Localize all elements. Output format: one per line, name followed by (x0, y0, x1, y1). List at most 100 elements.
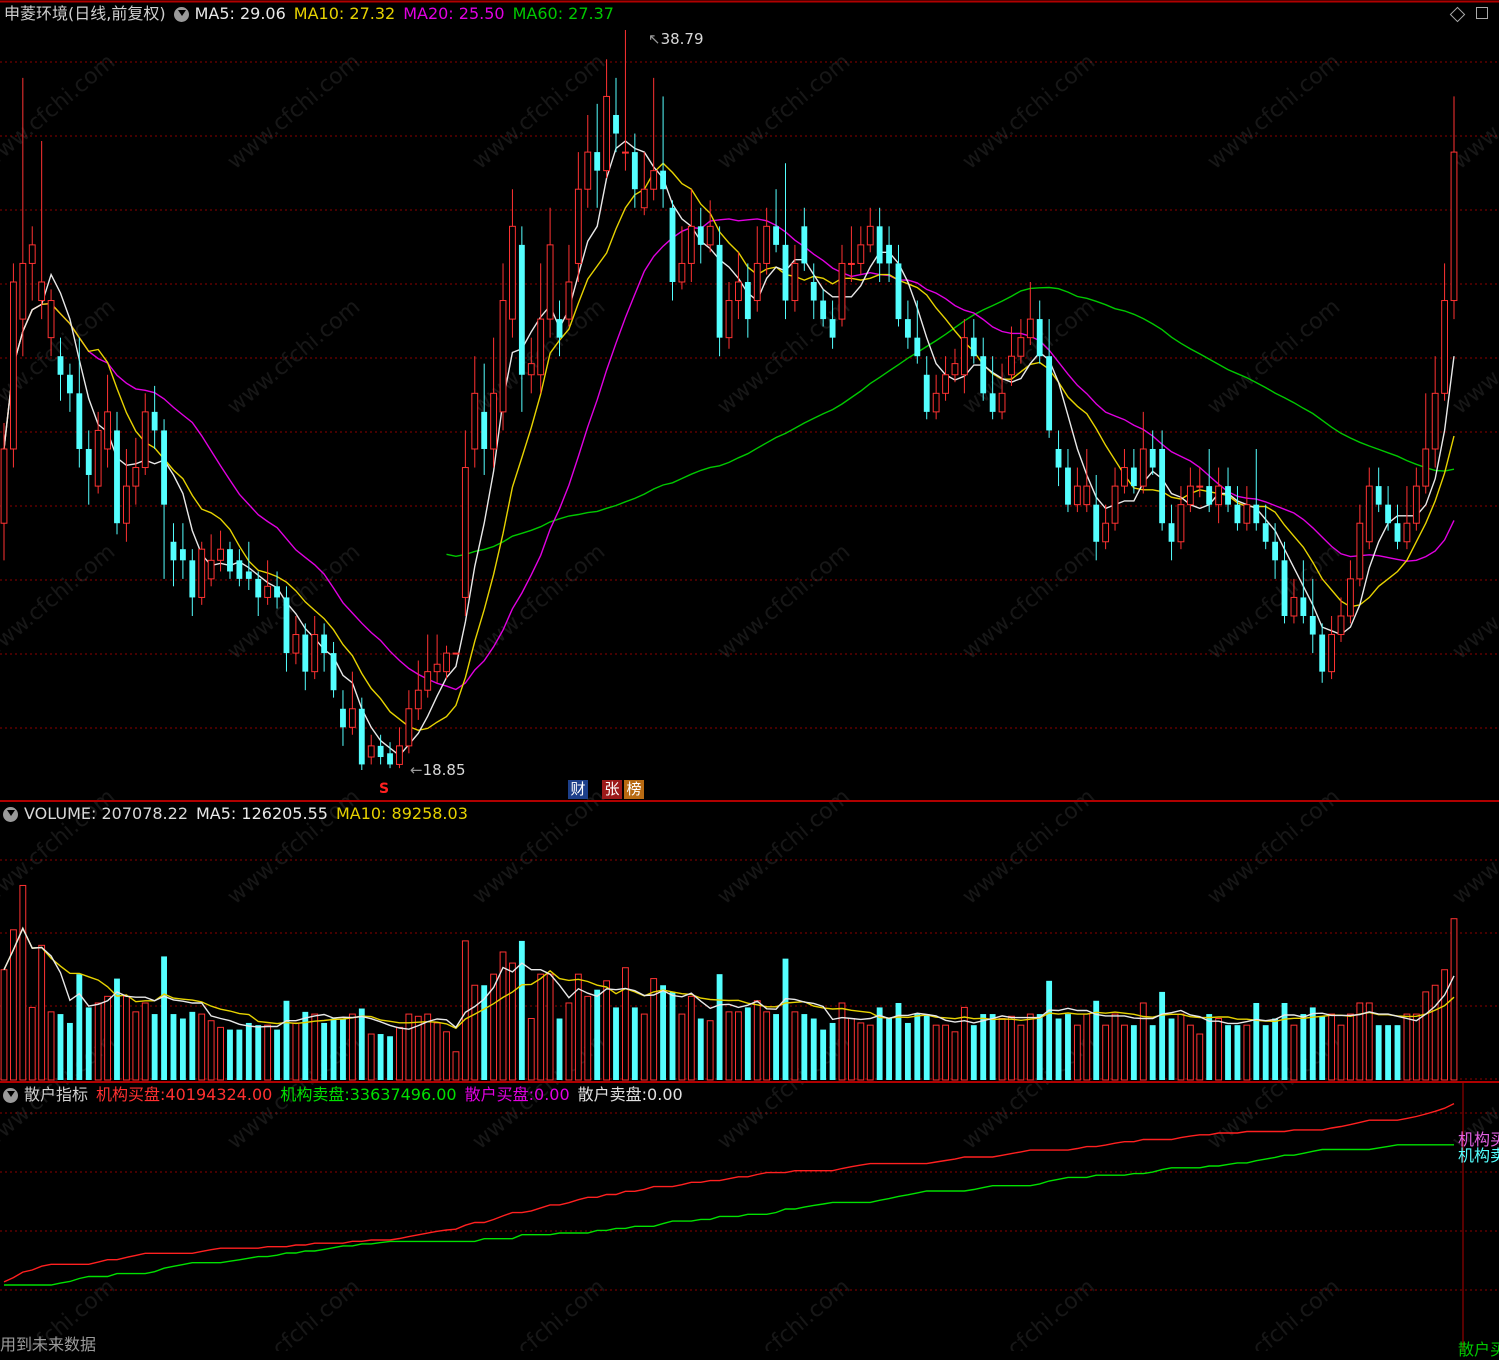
volume-bar (1375, 1025, 1382, 1080)
retail-sell-value: 0.00 (647, 1085, 683, 1104)
volume-bar (358, 1008, 365, 1080)
volume-bar (546, 973, 554, 1081)
candle-body (1403, 522, 1411, 543)
candle-body (1422, 448, 1430, 487)
candle-body (452, 652, 460, 655)
signal-s-marker[interactable]: S (379, 781, 389, 797)
candle-body (980, 356, 987, 394)
indicator-toggle-icon[interactable] (3, 1087, 18, 1103)
candle-body (574, 188, 582, 264)
volume-bar (19, 884, 27, 1081)
candle-body (1337, 615, 1345, 636)
volume-bar (396, 1026, 403, 1081)
candle-body (19, 262, 27, 320)
candle-body (584, 151, 592, 190)
watermark-text: www.cfchi.com (713, 784, 855, 909)
volume-bar (405, 1013, 413, 1081)
volume-bar (1225, 1025, 1231, 1080)
candle-body (179, 549, 186, 561)
volume-bar (763, 1011, 771, 1081)
volume-bar (104, 995, 111, 1081)
finance-badge[interactable]: 财 (568, 780, 588, 799)
watermark-text: www.cfchi.com (958, 784, 1100, 909)
volume-bar (227, 1029, 233, 1080)
candle-body (697, 226, 704, 245)
volume-bar (1337, 1024, 1345, 1081)
volume-bar (631, 1007, 638, 1080)
volume-bar (886, 1018, 892, 1080)
candle-body (387, 753, 393, 765)
ranking-badge[interactable]: 榜 (624, 780, 644, 799)
ma20-value: MA20: 25.50 (403, 4, 505, 23)
candle-body (151, 411, 158, 431)
candle-body (942, 374, 949, 394)
limit-up-badge[interactable]: 张 (602, 780, 622, 799)
volume-bar (1196, 1033, 1204, 1081)
volume-bar (433, 1022, 441, 1081)
volume-bar (1046, 980, 1053, 1080)
volume-bar (1168, 1018, 1175, 1080)
candle-body (9, 281, 17, 450)
volume-bar (847, 1018, 855, 1081)
volume-bar (292, 1022, 300, 1081)
watermark-text: www.cfchi.com (1448, 539, 1499, 664)
candle-body (631, 152, 638, 190)
candle-body (47, 300, 55, 339)
candle-body (847, 262, 855, 265)
candle-body (94, 429, 102, 487)
candle-body (1319, 634, 1326, 672)
volume-bar (9, 929, 17, 1081)
volume-value: VOLUME: 207078.22 (24, 804, 188, 823)
inst-buy-label: 机构买盘: (96, 1085, 166, 1104)
candle-body (330, 653, 337, 691)
volume-bar (1102, 1024, 1110, 1081)
volume-bar (1309, 1007, 1316, 1080)
candle-body (886, 244, 892, 264)
volume-ma5: MA5: 126205.55 (196, 804, 328, 823)
candle-body (537, 318, 545, 376)
volume-bar (198, 1013, 206, 1081)
volume-bar (189, 1011, 196, 1080)
candle-body (358, 708, 365, 765)
volume-bar (179, 1018, 186, 1080)
watermark-text: www.cfchi.com (713, 1274, 855, 1351)
candle-body (1149, 448, 1156, 468)
volume-bar (734, 1011, 742, 1081)
volume-bar (640, 1013, 648, 1081)
candle-body (170, 541, 177, 561)
volume-bar (697, 1018, 704, 1080)
candle-body (433, 663, 441, 673)
expand-icon[interactable] (1476, 7, 1488, 19)
candle-body (509, 225, 516, 320)
volume-bar (1290, 1024, 1298, 1081)
volume-bar (782, 958, 789, 1080)
volume-bar (443, 1031, 450, 1081)
candle-body (1300, 597, 1307, 616)
volume-bar (424, 1013, 432, 1081)
candle-body (829, 319, 836, 338)
volume-bar (367, 1033, 375, 1081)
candle-body (527, 363, 535, 376)
candle-body (189, 560, 196, 598)
volume-bar (1412, 1013, 1420, 1081)
candle-body (687, 225, 695, 264)
candle-body (122, 485, 130, 524)
volume-bar (687, 995, 695, 1081)
volume-bar (1065, 1014, 1071, 1080)
panel-frame (0, 0, 1499, 1351)
candle-body (1186, 485, 1194, 506)
volume-bar (1328, 1013, 1336, 1081)
volume-bar (810, 1018, 817, 1080)
volume-bar (1431, 984, 1439, 1081)
inst-sell-value: 33637496.00 (349, 1085, 457, 1104)
volume-bar (594, 989, 601, 1080)
candle-body (1008, 355, 1015, 376)
volume-toggle-icon[interactable] (3, 806, 18, 822)
candle-body (678, 262, 686, 283)
candle-body (1017, 337, 1025, 357)
settings-toggle-icon[interactable] (173, 6, 189, 22)
candle-body (76, 393, 83, 449)
retail-buy-value: 0.00 (534, 1085, 570, 1104)
volume-bar (141, 1002, 149, 1081)
watermark-text: www.cfchi.com (468, 784, 610, 909)
